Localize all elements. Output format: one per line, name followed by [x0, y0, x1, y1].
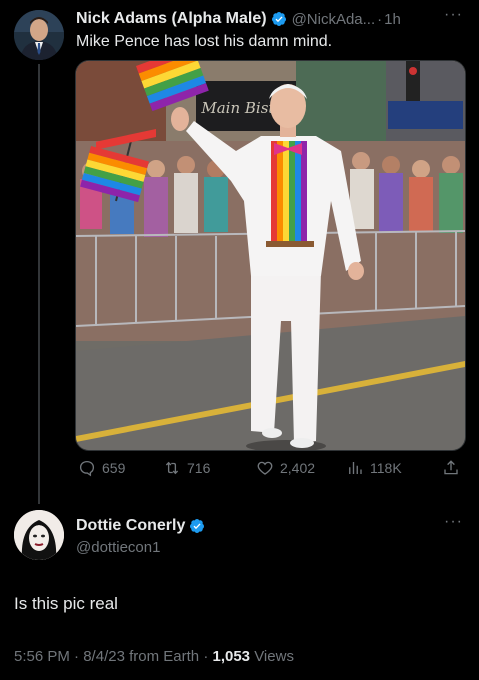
- reply-time[interactable]: 5:56 PM: [14, 648, 70, 665]
- views-chart-icon: [349, 462, 362, 474]
- verified-badge-icon: [189, 518, 205, 534]
- repost-count: 716: [187, 460, 211, 476]
- reply-header: Dottie Conerly: [76, 517, 210, 535]
- more-options-icon[interactable]: ···: [444, 6, 463, 24]
- like-count: 2,402: [280, 460, 316, 476]
- reply-date[interactable]: 8/4/23: [83, 648, 125, 665]
- avatar-nick-adams[interactable]: [14, 10, 64, 60]
- avatar-image: [14, 10, 64, 60]
- reply-author-handle[interactable]: @dottiecon1: [76, 539, 160, 556]
- dot-separator: ·: [377, 10, 383, 28]
- views-button[interactable]: 118K: [346, 459, 402, 477]
- more-options-icon[interactable]: ···: [444, 513, 463, 531]
- reply-source: from Earth: [129, 648, 200, 665]
- author-handle[interactable]: @NickAda...: [292, 11, 376, 28]
- thread-line: [38, 64, 40, 504]
- author-name[interactable]: Nick Adams (Alpha Male): [76, 10, 267, 28]
- avatar-dottie-conerly[interactable]: [14, 510, 64, 560]
- reply-text: Is this pic real: [14, 594, 118, 613]
- reply-icon: [79, 460, 95, 477]
- like-button[interactable]: 2,402: [256, 459, 315, 477]
- tweet-photo: Main Bistro: [76, 61, 465, 450]
- share-icon: [444, 460, 458, 475]
- reply-views-label: Views: [254, 648, 294, 665]
- reply-author-name[interactable]: Dottie Conerly: [76, 517, 185, 535]
- tweet-image[interactable]: Main Bistro: [75, 60, 466, 451]
- reply-button[interactable]: 659: [78, 459, 125, 477]
- reply-views-count: 1,053: [212, 648, 251, 665]
- repost-icon: [165, 461, 179, 475]
- reply-count: 659: [102, 460, 126, 476]
- repost-button[interactable]: 716: [163, 459, 210, 477]
- tweet-header: Nick Adams (Alpha Male) @NickAda... · 1h: [76, 9, 401, 29]
- verified-badge-icon: [271, 11, 287, 27]
- avatar-image: [14, 510, 64, 560]
- heart-icon: [257, 461, 273, 475]
- reply-meta: 5:56 PM · 8/4/23 from Earth · 1,053 View…: [14, 648, 294, 665]
- tweet-time[interactable]: 1h: [384, 11, 401, 28]
- share-button[interactable]: [442, 459, 460, 477]
- views-count: 118K: [370, 460, 402, 476]
- tweet-text: Mike Pence has lost his damn mind.: [76, 33, 333, 50]
